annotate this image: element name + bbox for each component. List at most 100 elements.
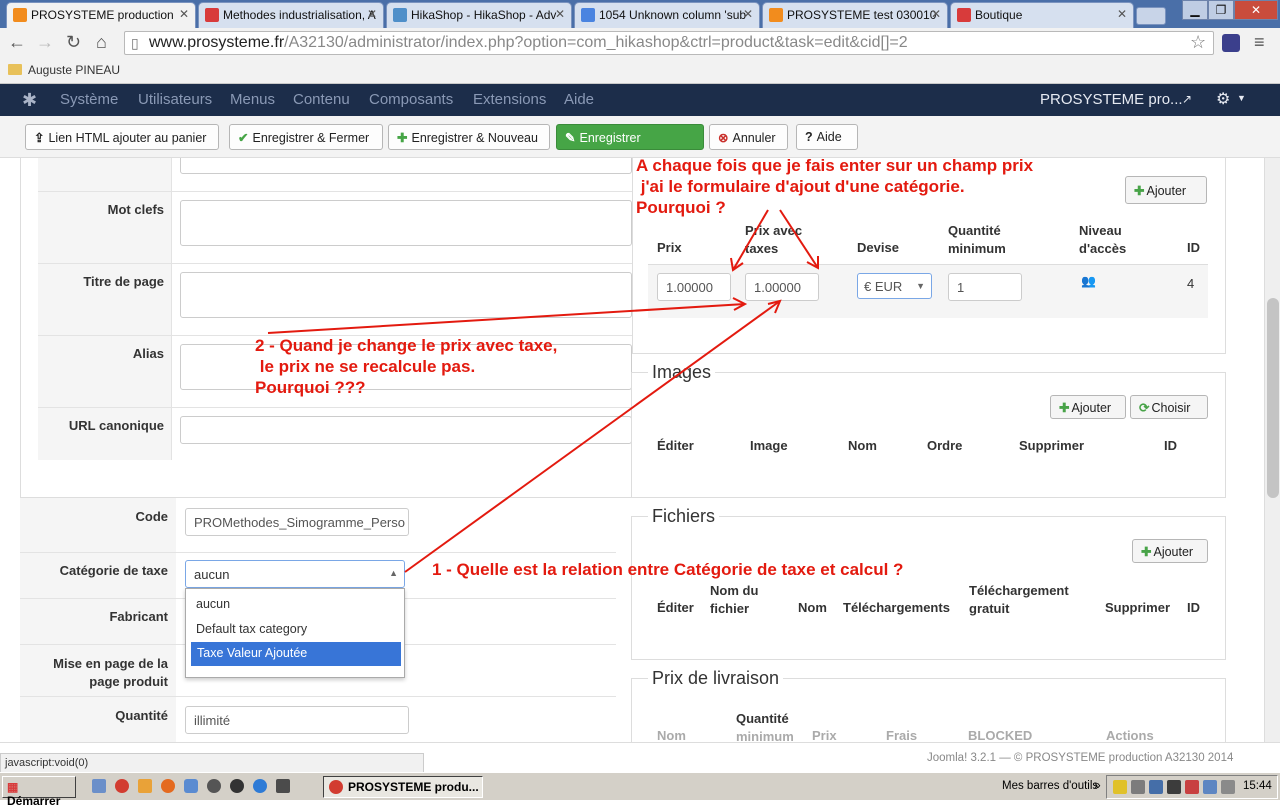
button-label: Enregistrer & Fermer <box>252 131 370 145</box>
arrow-middle-to-price-tax <box>267 303 746 334</box>
joomla-favicon-icon <box>769 8 783 22</box>
outlook-icon[interactable] <box>138 779 152 793</box>
save-button[interactable]: ✎ Enregistrer <box>556 124 704 150</box>
bookmarks-bar: Auguste PINEAU <box>0 58 1280 84</box>
app-icon[interactable] <box>276 779 290 793</box>
status-bar: javascript:void(0) Joomla! 3.2.1 — © PRO… <box>0 742 1280 773</box>
tab-boutique[interactable]: Boutique ✕ <box>950 2 1134 28</box>
star-icon[interactable]: ☆ <box>1190 32 1206 53</box>
question-icon: ? <box>805 130 813 144</box>
cancel-button[interactable]: ⊗ Annuler <box>709 124 788 150</box>
tray-app-icon[interactable] <box>1149 780 1163 794</box>
back-icon[interactable]: ← <box>8 32 26 53</box>
nav-item-extensions[interactable]: Extensions <box>473 91 546 108</box>
joomla-favicon-icon <box>13 8 27 22</box>
button-label: Annuler <box>732 131 776 145</box>
url-host: www.prosysteme.fr <box>149 34 285 51</box>
close-icon[interactable]: ✕ <box>367 7 377 21</box>
firefox-icon[interactable] <box>161 779 175 793</box>
tab-title: Boutique <box>975 8 1023 22</box>
nav-item-users[interactable]: Utilisateurs <box>138 91 212 108</box>
tab-methodes-industrialisation[interactable]: Methodes industrialisation, A ✕ <box>198 2 384 28</box>
nav-item-components[interactable]: Composants <box>369 91 453 108</box>
network-icon[interactable] <box>1131 780 1145 794</box>
tab-prosysteme-production[interactable]: PROSYSTEME production ✕ <box>6 2 196 28</box>
tab-title: PROSYSTEME test 030010 <box>787 8 937 22</box>
arrow-to-price <box>732 209 769 271</box>
maximize-button[interactable]: ❐ <box>1208 0 1234 20</box>
gear-icon[interactable]: ⚙ <box>1216 89 1230 109</box>
site-name-link[interactable]: PROSYSTEME pro... <box>1040 91 1183 108</box>
windows-logo-icon: ▦ <box>7 780 19 794</box>
button-label: Lien HTML ajouter au panier <box>48 131 207 145</box>
hikashop-favicon-icon <box>393 8 407 22</box>
taskbar-window-label: PROSYSTEME produ... <box>348 780 479 794</box>
menu-icon[interactable]: ≡ <box>1254 32 1265 53</box>
close-window-button[interactable]: ✕ <box>1234 0 1278 20</box>
chrome-icon[interactable] <box>115 779 129 793</box>
scrollbar-thumb[interactable] <box>1267 298 1279 498</box>
chevron-down-icon[interactable]: ▼ <box>1237 93 1246 103</box>
taskbar-window-chrome[interactable]: PROSYSTEME produ... <box>323 776 483 798</box>
chevron-right-icon[interactable]: » <box>1094 778 1101 792</box>
upload-icon: ⇪ <box>34 131 45 145</box>
joomla-logo-icon[interactable]: ✱ <box>22 90 37 111</box>
save-new-button[interactable]: ✚ Enregistrer & Nouveau <box>388 124 550 150</box>
tray-app-icon[interactable] <box>1203 780 1217 794</box>
status-link: javascript:void(0) <box>0 753 424 773</box>
show-desktop-icon[interactable] <box>92 779 106 793</box>
forward-icon[interactable]: → <box>36 32 54 53</box>
toolbars-label[interactable]: Mes barres d'outils <box>1002 780 1098 792</box>
nav-item-help[interactable]: Aide <box>564 91 594 108</box>
tab-title: PROSYSTEME production <box>31 8 174 22</box>
joomla-admin-nav: ✱ Système Utilisateurs Menus Contenu Com… <box>0 84 1280 116</box>
extension-icon[interactable] <box>1222 34 1240 52</box>
button-label: Enregistrer <box>579 131 641 145</box>
bookmark-favicon-icon <box>205 8 219 22</box>
tab-title: 1054 Unknown column 'sub <box>599 8 747 22</box>
nav-item-system[interactable]: Système <box>60 91 118 108</box>
reload-icon[interactable]: ↻ <box>66 32 81 53</box>
help-button[interactable]: ? Aide <box>796 124 858 150</box>
button-label: Aide <box>816 130 842 144</box>
nav-item-menus[interactable]: Menus <box>230 91 275 108</box>
tab-prosysteme-test[interactable]: PROSYSTEME test 030010 ✕ <box>762 2 948 28</box>
close-icon[interactable]: ✕ <box>555 7 565 21</box>
html-link-button[interactable]: ⇪ Lien HTML ajouter au panier <box>25 124 219 150</box>
url-input[interactable]: ▯ www.prosysteme.fr/A32130/administrator… <box>124 31 1214 55</box>
close-icon[interactable]: ✕ <box>743 7 753 21</box>
start-button[interactable]: ▦ Démarrer <box>2 776 76 808</box>
new-tab-button[interactable] <box>1136 7 1166 25</box>
footer-copyright: Joomla! 3.2.1 — © PROSYSTEME production … <box>927 752 1234 764</box>
shield-icon[interactable] <box>1113 780 1127 794</box>
close-icon[interactable]: ✕ <box>179 7 189 21</box>
tab-google-search[interactable]: 1054 Unknown column 'sub ✕ <box>574 2 760 28</box>
close-icon[interactable]: ✕ <box>931 7 941 21</box>
save-close-button[interactable]: ✔ Enregistrer & Fermer <box>229 124 383 150</box>
home-icon[interactable]: ⌂ <box>96 32 107 53</box>
close-icon[interactable]: ✕ <box>1117 7 1127 21</box>
tray-app-icon[interactable] <box>1167 780 1181 794</box>
start-label: Démarrer <box>7 794 61 808</box>
internet-explorer-icon[interactable] <box>253 779 267 793</box>
nav-item-content[interactable]: Contenu <box>293 91 350 108</box>
tab-hikashop[interactable]: HikaShop - HikaShop - Adv ✕ <box>386 2 572 28</box>
cancel-icon: ⊗ <box>718 131 729 145</box>
external-link-icon: ↗ <box>1182 92 1193 106</box>
url-path: /A32130/administrator/index.php?option=c… <box>284 34 908 51</box>
tray-app-icon[interactable] <box>1185 780 1199 794</box>
minimize-button[interactable]: ▁ <box>1182 0 1208 20</box>
plus-icon: ✚ <box>397 131 408 145</box>
vertical-scrollbar[interactable] <box>1264 158 1280 742</box>
app-icon[interactable] <box>207 779 221 793</box>
tab-title: HikaShop - HikaShop - Adv <box>411 8 557 22</box>
clock: 15:44 <box>1243 780 1272 792</box>
bookmark-folder[interactable]: Auguste PINEAU <box>28 63 120 77</box>
media-player-icon[interactable] <box>230 779 244 793</box>
volume-icon[interactable] <box>1221 780 1235 794</box>
system-tray: 15:44 <box>1106 775 1278 799</box>
taskbar: ▦ Démarrer PROSYSTEME produ... Mes barre… <box>0 772 1280 808</box>
app-icon[interactable] <box>184 779 198 793</box>
edit-icon: ✎ <box>565 131 576 145</box>
chrome-icon <box>329 780 343 794</box>
